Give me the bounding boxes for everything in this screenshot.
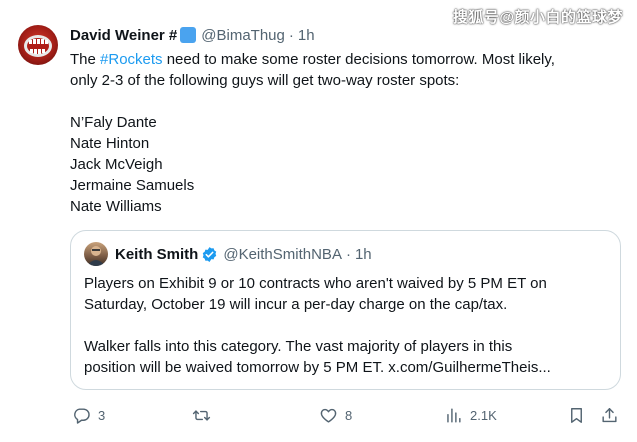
quoted-line: position will be waived tomorrow by 5 PM… <box>84 359 551 376</box>
quoted-line <box>84 315 609 336</box>
share-icon <box>602 407 617 422</box>
verified-badge-icon <box>203 246 217 262</box>
player-name: Jermaine Samuels <box>70 177 195 194</box>
quoted-line: Saturday, October 19 will incur a per-da… <box>84 296 508 313</box>
heart-icon <box>320 408 337 423</box>
quoted-tweet[interactable]: Keith Smith @KeithSmithNBA · 1h Players … <box>70 230 621 390</box>
action-bar: 3 8 2.1K <box>70 403 625 427</box>
like-count: 8 <box>345 407 353 423</box>
bookmark-button[interactable] <box>567 403 586 427</box>
tweet-line: only 2-3 of the following guys will get … <box>70 72 460 89</box>
avatar[interactable] <box>18 25 58 65</box>
views-count: 2.1K <box>470 407 497 423</box>
views-chart-icon <box>447 407 461 423</box>
display-name[interactable]: David Weiner # <box>70 27 177 44</box>
bookmark-icon <box>571 407 582 423</box>
quoted-display-name[interactable]: Keith Smith <box>115 246 198 263</box>
avatar-logo-icon <box>24 35 52 57</box>
watermark: 搜狐号@颜小白的篮球梦 <box>452 9 623 26</box>
tweet-header: David Weiner # @BimaThug · 1h <box>70 24 315 46</box>
tweet-line: The #Rockets need to make some roster de… <box>70 51 555 68</box>
reply-count: 3 <box>98 407 106 423</box>
player-name: N’Faly Dante <box>70 114 157 131</box>
timestamp[interactable]: 1h <box>298 27 315 44</box>
quoted-timestamp[interactable]: 1h <box>355 246 372 263</box>
separator-dot: · <box>345 245 351 263</box>
quoted-line: Walker falls into this category. The vas… <box>84 338 513 355</box>
reply-button[interactable]: 3 <box>72 403 105 427</box>
hashtag-link[interactable]: #Rockets <box>100 51 163 68</box>
repost-button[interactable] <box>192 403 218 427</box>
quoted-tweet-header: Keith Smith @KeithSmithNBA · 1h <box>84 242 372 266</box>
player-name: Jack McVeigh <box>70 156 163 173</box>
repost-icon <box>192 409 211 421</box>
reply-icon <box>74 407 90 424</box>
quoted-handle[interactable]: @KeithSmithNBA <box>223 246 342 263</box>
quoted-line: Players on Exhibit 9 or 10 contracts who… <box>84 275 547 292</box>
handle[interactable]: @BimaThug <box>201 27 285 44</box>
tweet-text: The #Rockets need to make some roster de… <box>70 49 615 217</box>
player-name: Nate Williams <box>70 198 162 215</box>
quoted-avatar[interactable] <box>84 242 108 266</box>
like-button[interactable]: 8 <box>319 403 352 427</box>
name-emoji-icon <box>180 27 197 43</box>
quoted-tweet-text: Players on Exhibit 9 or 10 contracts who… <box>84 273 609 378</box>
player-name: Nate Hinton <box>70 135 150 152</box>
views-button[interactable]: 2.1K <box>444 403 497 427</box>
separator-dot: · <box>288 26 294 44</box>
share-button[interactable] <box>600 403 619 427</box>
